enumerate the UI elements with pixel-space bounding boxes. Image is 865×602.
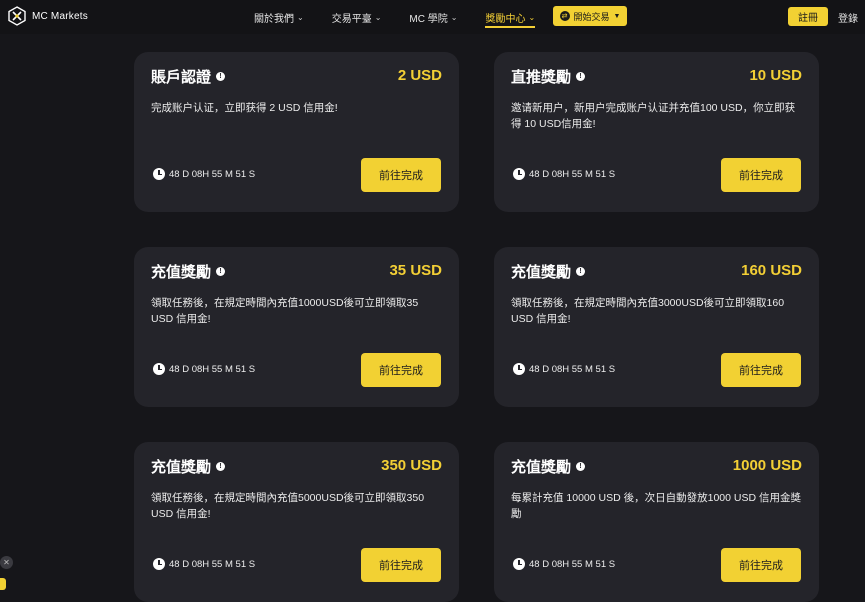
clock-icon xyxy=(153,168,165,180)
card-title: 充值獎勵 ! xyxy=(151,456,226,477)
start-trading-label: 開始交易 xyxy=(573,11,610,22)
clock-icon xyxy=(513,558,525,570)
exchange-icon: ⇄ xyxy=(559,11,570,21)
clock-icon xyxy=(513,168,525,180)
reward-card-referral: 直推獎勵 ! 10 USD 邀请新用户，新用户完成账户认证并充值100 USD，… xyxy=(494,52,819,212)
clock-icon xyxy=(153,363,165,375)
go-complete-button[interactable]: 前往完成 xyxy=(721,353,801,387)
timer-text: 48 D 08H 55 M 51 S xyxy=(169,168,256,180)
card-title-text: 賬戶認證 xyxy=(151,69,212,86)
logo[interactable]: MC Markets xyxy=(8,6,88,26)
register-button[interactable]: 註冊 xyxy=(788,7,828,26)
mc-markets-logo-icon xyxy=(8,6,26,26)
countdown-timer: 48 D 08H 55 M 51 S xyxy=(513,558,615,570)
start-trading-button[interactable]: ⇄ 開始交易 ▼ xyxy=(553,6,627,26)
chevron-down-icon: ⌄ xyxy=(374,12,382,22)
go-complete-button[interactable]: 前往完成 xyxy=(361,158,441,192)
card-title: 充值獎勵 ! xyxy=(511,261,586,282)
chevron-down-icon: ⌄ xyxy=(450,12,458,22)
info-icon[interactable]: ! xyxy=(216,462,226,471)
countdown-timer: 48 D 08H 55 M 51 S xyxy=(153,363,255,375)
card-description: 領取任務後，在規定時間內充值1000USD後可立即領取35 USD 信用金! xyxy=(151,297,419,325)
reward-amount: 35 USD xyxy=(389,262,442,279)
chevron-down-icon: ⌄ xyxy=(528,12,536,22)
chevron-down-icon: ⌄ xyxy=(297,12,304,22)
reward-card-cumulative-deposit: 充值獎勵 ! 1000 USD 每累計充值 10000 USD 後，次日自動發放… xyxy=(494,442,819,602)
nav-item-rewards[interactable]: 獎勵中心 ⌄ xyxy=(485,0,535,34)
reward-amount: 10 USD xyxy=(749,67,802,84)
nav-item-label: 關於我們 xyxy=(254,13,294,25)
card-title-text: 充值獎勵 xyxy=(151,459,212,476)
clock-icon xyxy=(153,558,165,570)
card-title: 賬戶認證 ! xyxy=(151,66,226,87)
timer-text: 48 D 08H 55 M 51 S xyxy=(529,168,616,180)
reward-card-account-verification: 賬戶認證 ! 2 USD 完成账户认证，立即获得 2 USD 信用金! 48 D… xyxy=(134,52,459,212)
timer-text: 48 D 08H 55 M 51 S xyxy=(529,558,616,570)
caret-down-icon: ▼ xyxy=(613,12,621,20)
top-navigation-bar: MC Markets 關於我們 ⌄ 交易平臺 ⌄ MC 學院 ⌄ 獎勵中心 ⌄ … xyxy=(0,0,865,34)
card-title-text: 充值獎勵 xyxy=(511,264,572,281)
reward-amount: 160 USD xyxy=(741,262,802,279)
clock-icon xyxy=(513,363,525,375)
timer-text: 48 D 08H 55 M 51 S xyxy=(529,363,616,375)
card-description: 領取任務後，在規定時間內充值3000USD後可立即領取160 USD 信用金! xyxy=(511,297,785,325)
reward-card-deposit-1000: 充值獎勵 ! 35 USD 領取任務後，在規定時間內充值1000USD後可立即領… xyxy=(134,247,459,407)
card-description: 每累計充值 10000 USD 後，次日自動發放1000 USD 信用金獎勵 xyxy=(511,492,801,520)
info-icon[interactable]: ! xyxy=(576,72,586,81)
nav-item-about[interactable]: 關於我們 ⌄ xyxy=(254,0,304,34)
close-icon[interactable]: ✕ xyxy=(0,556,13,569)
timer-text: 48 D 08H 55 M 51 S xyxy=(169,558,256,570)
side-widget-tab[interactable] xyxy=(0,578,6,590)
card-title: 充值獎勵 ! xyxy=(151,261,226,282)
login-link[interactable]: 登錄 xyxy=(838,10,858,25)
info-icon[interactable]: ! xyxy=(216,72,226,81)
nav-item-academy[interactable]: MC 學院 ⌄ xyxy=(409,0,457,34)
card-title: 充值獎勵 ! xyxy=(511,456,586,477)
reward-card-deposit-3000: 充值獎勵 ! 160 USD 領取任務後，在規定時間內充值3000USD後可立即… xyxy=(494,247,819,407)
reward-amount: 350 USD xyxy=(381,457,442,474)
countdown-timer: 48 D 08H 55 M 51 S xyxy=(513,168,615,180)
card-description: 邀请新用户，新用户完成账户认证并充值100 USD，你立即获得 10 USD信用… xyxy=(511,102,796,130)
go-complete-button[interactable]: 前往完成 xyxy=(721,158,801,192)
reward-card-deposit-5000: 充值獎勵 ! 350 USD 領取任務後，在規定時間內充值5000USD後可立即… xyxy=(134,442,459,602)
nav-item-label: 交易平臺 xyxy=(331,13,372,25)
info-icon[interactable]: ! xyxy=(216,267,226,276)
card-description: 領取任務後，在規定時間內充值5000USD後可立即領取350 USD 信用金! xyxy=(151,492,425,520)
nav-item-platform[interactable]: 交易平臺 ⌄ xyxy=(332,0,382,34)
info-icon[interactable]: ! xyxy=(576,462,586,471)
card-title: 直推獎勵 ! xyxy=(511,66,586,87)
card-title-text: 充值獎勵 xyxy=(151,264,212,281)
nav-item-label: MC 學院 xyxy=(409,13,448,25)
main-nav: 關於我們 ⌄ 交易平臺 ⌄ MC 學院 ⌄ 獎勵中心 ⌄ xyxy=(254,0,535,34)
nav-item-label: 獎勵中心 xyxy=(485,13,526,25)
info-icon[interactable]: ! xyxy=(576,267,586,276)
card-title-text: 充值獎勵 xyxy=(511,459,572,476)
logo-text: MC Markets xyxy=(32,10,88,22)
countdown-timer: 48 D 08H 55 M 51 S xyxy=(513,363,615,375)
go-complete-button[interactable]: 前往完成 xyxy=(361,353,441,387)
timer-text: 48 D 08H 55 M 51 S xyxy=(169,363,256,375)
go-complete-button[interactable]: 前往完成 xyxy=(361,548,441,582)
reward-amount: 2 USD xyxy=(397,67,442,84)
reward-amount: 1000 USD xyxy=(732,457,802,474)
countdown-timer: 48 D 08H 55 M 51 S xyxy=(153,168,255,180)
countdown-timer: 48 D 08H 55 M 51 S xyxy=(153,558,255,570)
go-complete-button[interactable]: 前往完成 xyxy=(721,548,801,582)
card-description: 完成账户认证，立即获得 2 USD 信用金! xyxy=(151,102,338,114)
card-title-text: 直推獎勵 xyxy=(511,69,572,86)
